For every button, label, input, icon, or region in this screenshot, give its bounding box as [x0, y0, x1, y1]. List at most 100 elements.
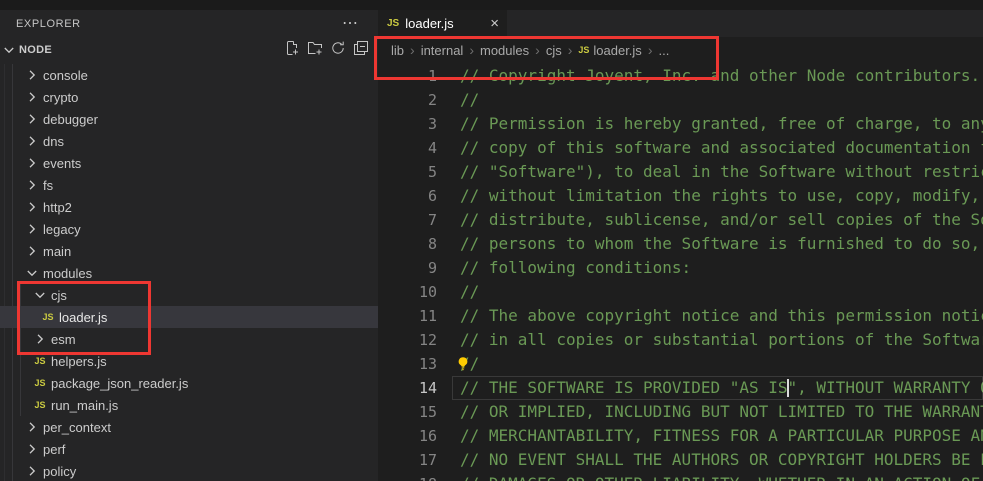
- chevron-separator-icon: ›: [648, 42, 653, 58]
- tree-item-package-json-reader-js[interactable]: JSpackage_json_reader.js: [0, 372, 378, 394]
- js-file-icon: JS: [32, 353, 48, 369]
- close-icon[interactable]: ×: [490, 16, 499, 31]
- line-number: 11: [378, 304, 437, 328]
- code-line-3[interactable]: 3// Permission is hereby granted, free o…: [378, 112, 983, 136]
- section-header-node[interactable]: NODE: [0, 38, 378, 62]
- code-line-9[interactable]: 9// following conditions:: [378, 256, 983, 280]
- vscode-window: EXPLORER ⋯ NODE consolecryptodebugger dns…: [0, 0, 983, 481]
- tree-item-label: events: [43, 156, 81, 171]
- breadcrumb-item-modules[interactable]: modules: [480, 43, 529, 58]
- tree-item-loader-js[interactable]: JSloader.js: [0, 306, 378, 328]
- collapse-all-button[interactable]: [352, 41, 370, 59]
- js-file-icon: JS: [40, 309, 56, 325]
- tab-loader-js[interactable]: JS loader.js ×: [378, 10, 507, 37]
- new-folder-button[interactable]: [306, 41, 324, 59]
- tree-item-legacy[interactable]: legacy: [0, 218, 378, 240]
- tree-item-console[interactable]: console: [0, 64, 378, 86]
- chevron-right-icon: [24, 111, 40, 127]
- line-number: 7: [378, 208, 437, 232]
- code-line-7[interactable]: 7// distribute, sublicense, and/or sell …: [378, 208, 983, 232]
- breadcrumb-item-internal[interactable]: internal: [421, 43, 464, 58]
- tree-item-label: fs: [43, 178, 53, 193]
- collapse-all-icon: [353, 40, 369, 61]
- chevron-right-icon: [24, 199, 40, 215]
- tree-item-label: helpers.js: [51, 354, 107, 369]
- line-number: 18: [378, 472, 437, 481]
- tree-item-modules[interactable]: modules: [0, 262, 378, 284]
- tree-item-dns[interactable]: dns: [0, 130, 378, 152]
- comment-text: // OR IMPLIED, INCLUDING BUT NOT LIMITED…: [437, 400, 983, 424]
- tree-item-label: perf: [43, 442, 65, 457]
- chevron-down-icon: [24, 265, 40, 281]
- code-line-5[interactable]: 5// "Software"), to deal in the Software…: [378, 160, 983, 184]
- comment-text: // in all copies or substantial portions…: [437, 328, 983, 352]
- line-number: 16: [378, 424, 437, 448]
- breadcrumb-item-cjs[interactable]: cjs: [546, 43, 562, 58]
- comment-text: //: [437, 352, 479, 376]
- tree-item-perf[interactable]: perf: [0, 438, 378, 460]
- tree-item-debugger[interactable]: debugger: [0, 108, 378, 130]
- tree-item-fs[interactable]: fs: [0, 174, 378, 196]
- line-number: 8: [378, 232, 437, 256]
- tree-item-policy[interactable]: policy: [0, 460, 378, 481]
- comment-text: //: [437, 280, 479, 304]
- chevron-down-icon: [1, 42, 17, 58]
- tab-bar: JS loader.js ×: [378, 10, 983, 37]
- line-number: 9: [378, 256, 437, 280]
- tree-item-cjs[interactable]: cjs: [0, 284, 378, 306]
- chevron-right-icon: [24, 177, 40, 193]
- tree-item-events[interactable]: events: [0, 152, 378, 174]
- tree-item-label: main: [43, 244, 71, 259]
- breadcrumb-item-lib[interactable]: lib: [391, 43, 404, 58]
- js-file-icon: JS: [578, 45, 589, 55]
- code-line-10[interactable]: 10//: [378, 280, 983, 304]
- line-number: 12: [378, 328, 437, 352]
- code-line-15[interactable]: 15// OR IMPLIED, INCLUDING BUT NOT LIMIT…: [378, 400, 983, 424]
- breadcrumb-item-[interactable]: ...: [658, 43, 669, 58]
- line-number: 15: [378, 400, 437, 424]
- code-line-13[interactable]: 13//: [378, 352, 983, 376]
- chevron-right-icon: [24, 67, 40, 83]
- tree-item-http2[interactable]: http2: [0, 196, 378, 218]
- file-tree: consolecryptodebugger dns events fs http2leg…: [0, 64, 378, 481]
- tree-item-esm[interactable]: esm: [0, 328, 378, 350]
- code-area[interactable]: 1// Copyright Joyent, Inc. and other Nod…: [378, 64, 983, 481]
- chevron-right-icon: [24, 155, 40, 171]
- explorer-header: EXPLORER ⋯: [0, 10, 378, 38]
- code-line-16[interactable]: 16// MERCHANTABILITY, FITNESS FOR A PART…: [378, 424, 983, 448]
- line-number: 10: [378, 280, 437, 304]
- code-line-8[interactable]: 8// persons to whom the Software is furn…: [378, 232, 983, 256]
- code-line-11[interactable]: 11// The above copyright notice and this…: [378, 304, 983, 328]
- new-file-button[interactable]: [283, 41, 301, 59]
- chevron-separator-icon: ›: [469, 42, 474, 58]
- new-folder-icon: [307, 40, 323, 61]
- breadcrumb-item-loader-js[interactable]: JSloader.js: [578, 43, 641, 58]
- comment-text: // without limitation the rights to use,…: [437, 184, 983, 208]
- comment-text: // DAMAGES OR OTHER LIABILITY, WHETHER I…: [437, 472, 983, 481]
- chevron-right-icon: [24, 243, 40, 259]
- code-line-1[interactable]: 1// Copyright Joyent, Inc. and other Nod…: [378, 64, 983, 88]
- tree-item-run-main-js[interactable]: JSrun_main.js: [0, 394, 378, 416]
- js-file-icon: JS: [32, 397, 48, 413]
- chevron-right-icon: [24, 463, 40, 479]
- code-line-17[interactable]: 17// NO EVENT SHALL THE AUTHORS OR COPYR…: [378, 448, 983, 472]
- lightbulb-icon[interactable]: [455, 355, 471, 371]
- code-line-18[interactable]: 18// DAMAGES OR OTHER LIABILITY, WHETHER…: [378, 472, 983, 481]
- code-line-14[interactable]: 14// THE SOFTWARE IS PROVIDED "AS IS", W…: [378, 376, 983, 400]
- tree-item-helpers-js[interactable]: JShelpers.js: [0, 350, 378, 372]
- tree-item-crypto[interactable]: crypto: [0, 86, 378, 108]
- tree-item-label: dns: [43, 134, 64, 149]
- tree-item-label: per_context: [43, 420, 111, 435]
- code-line-2[interactable]: 2//: [378, 88, 983, 112]
- section-actions: [283, 41, 378, 59]
- tree-item-per-context[interactable]: per_context: [0, 416, 378, 438]
- code-line-4[interactable]: 4// copy of this software and associated…: [378, 136, 983, 160]
- line-number: 3: [378, 112, 437, 136]
- code-line-12[interactable]: 12// in all copies or substantial portio…: [378, 328, 983, 352]
- tab-label: loader.js: [405, 16, 453, 31]
- code-line-6[interactable]: 6// without limitation the rights to use…: [378, 184, 983, 208]
- refresh-button[interactable]: [329, 41, 347, 59]
- chevron-right-icon: [24, 419, 40, 435]
- more-actions-icon[interactable]: ⋯: [342, 19, 358, 29]
- tree-item-main[interactable]: main: [0, 240, 378, 262]
